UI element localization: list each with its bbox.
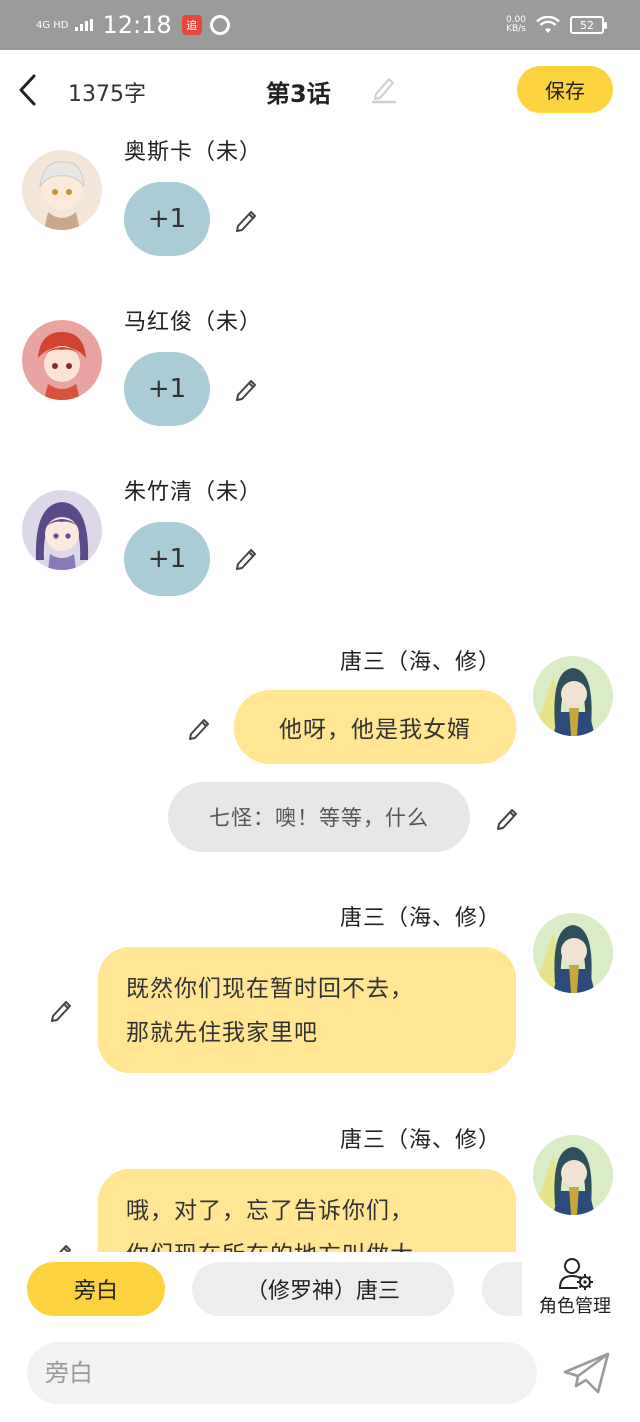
avatar[interactable] [22, 490, 102, 570]
save-button[interactable]: 保存 [517, 66, 613, 113]
battery-icon: 52 [570, 16, 607, 34]
dialogue-line: 既然你们现在暂时回不去， [126, 976, 414, 1002]
dialogue-bubble[interactable]: 他呀，他是我女婿 [234, 690, 516, 764]
character-name: 朱竹清（未） [124, 480, 263, 505]
dialogue-line: 哦，对了，忘了告诉你们， [126, 1198, 414, 1224]
role-chip-tangsan[interactable]: （修罗神）唐三 [192, 1262, 454, 1316]
character-avatar-icon [533, 913, 613, 993]
edit-title-pencil-icon[interactable] [370, 74, 398, 104]
character-avatar-icon [22, 490, 102, 570]
pencil-icon[interactable] [233, 544, 261, 572]
pencil-icon[interactable] [48, 996, 76, 1024]
role-chip-more[interactable] [482, 1262, 522, 1316]
status-right: 0.00 KB/s 52 [506, 16, 607, 34]
avatar[interactable] [22, 150, 102, 230]
network-type: 4G HD [36, 20, 69, 31]
character-name: 唐三（海、修） [340, 650, 502, 675]
avatar[interactable] [533, 1135, 613, 1215]
character-name: 唐三（海、修） [340, 906, 502, 931]
character-name: 唐三（海、修） [340, 1128, 502, 1153]
dialogue-bubble[interactable]: 既然你们现在暂时回不去， 那就先住我家里吧 [98, 947, 516, 1073]
role-selector-bar: 旁白 （修罗神）唐三 角色管理 [0, 1252, 640, 1332]
role-manage-label: 角色管理 [539, 1296, 611, 1317]
pencil-icon[interactable] [48, 1240, 76, 1252]
pencil-icon[interactable] [233, 375, 261, 403]
character-name: 奥斯卡（未） [124, 140, 263, 165]
plus-one-bubble[interactable]: +1 [124, 182, 210, 256]
dialogue-line: 那就先住我家里吧 [126, 1020, 318, 1046]
network-indicator: 4G HD [36, 19, 103, 31]
character-name: 马红俊（未） [124, 310, 263, 335]
pencil-icon[interactable] [186, 714, 214, 742]
dialogue-bubble[interactable]: 哦，对了，忘了告诉你们， 你们现在所在的地方叫做大 [98, 1169, 516, 1252]
app-notification-icon: 追 [181, 15, 202, 35]
avatar[interactable] [533, 913, 613, 993]
chat-script-area[interactable]: 奥斯卡（未） +1 马红俊（未） +1 朱竹清（未） +1 唐三（海、修） 他呀… [0, 132, 640, 1252]
word-count: 1375字 [68, 82, 146, 107]
narration-bubble[interactable]: 七怪：噢！等等，什么 [168, 782, 470, 852]
dialogue-line: 他呀，他是我女婿 [279, 717, 471, 743]
avatar[interactable] [22, 320, 102, 400]
network-speed: 0.00 KB/s [506, 16, 526, 34]
clock: 12:18 [102, 11, 172, 39]
role-chip-narrator[interactable]: 旁白 [27, 1262, 165, 1316]
pencil-icon[interactable] [233, 206, 261, 234]
chapter-editor-screen: 4G HD 12:18 追 0.00 KB/s 52 1375字 第3话 保存 … [0, 0, 640, 1422]
paper-plane-icon[interactable] [562, 1350, 612, 1396]
user-gear-icon [559, 1258, 593, 1290]
status-bar: 4G HD 12:18 追 0.00 KB/s 52 [0, 0, 640, 50]
speed-unit: KB/s [506, 24, 526, 34]
input-bar [0, 1332, 640, 1422]
role-manage-button[interactable]: 角色管理 [534, 1256, 616, 1322]
character-avatar-icon [533, 1135, 613, 1215]
top-app-bar: 1375字 第3话 保存 [0, 50, 640, 132]
signal-icon [74, 19, 93, 31]
plus-one-bubble[interactable]: +1 [124, 522, 210, 596]
plus-one-bubble[interactable]: +1 [124, 352, 210, 426]
chapter-title[interactable]: 第3话 [266, 74, 331, 109]
character-avatar-icon [22, 320, 102, 400]
sync-notification-icon [209, 15, 230, 35]
character-avatar-icon [22, 150, 102, 230]
dialogue-line: 你们现在所在的地方叫做大 [126, 1233, 488, 1252]
character-avatar-icon [533, 656, 613, 736]
avatar[interactable] [533, 656, 613, 736]
back-icon[interactable] [14, 72, 44, 108]
wifi-icon [536, 16, 560, 33]
dialogue-input[interactable] [27, 1342, 537, 1404]
pencil-icon[interactable] [494, 804, 522, 832]
